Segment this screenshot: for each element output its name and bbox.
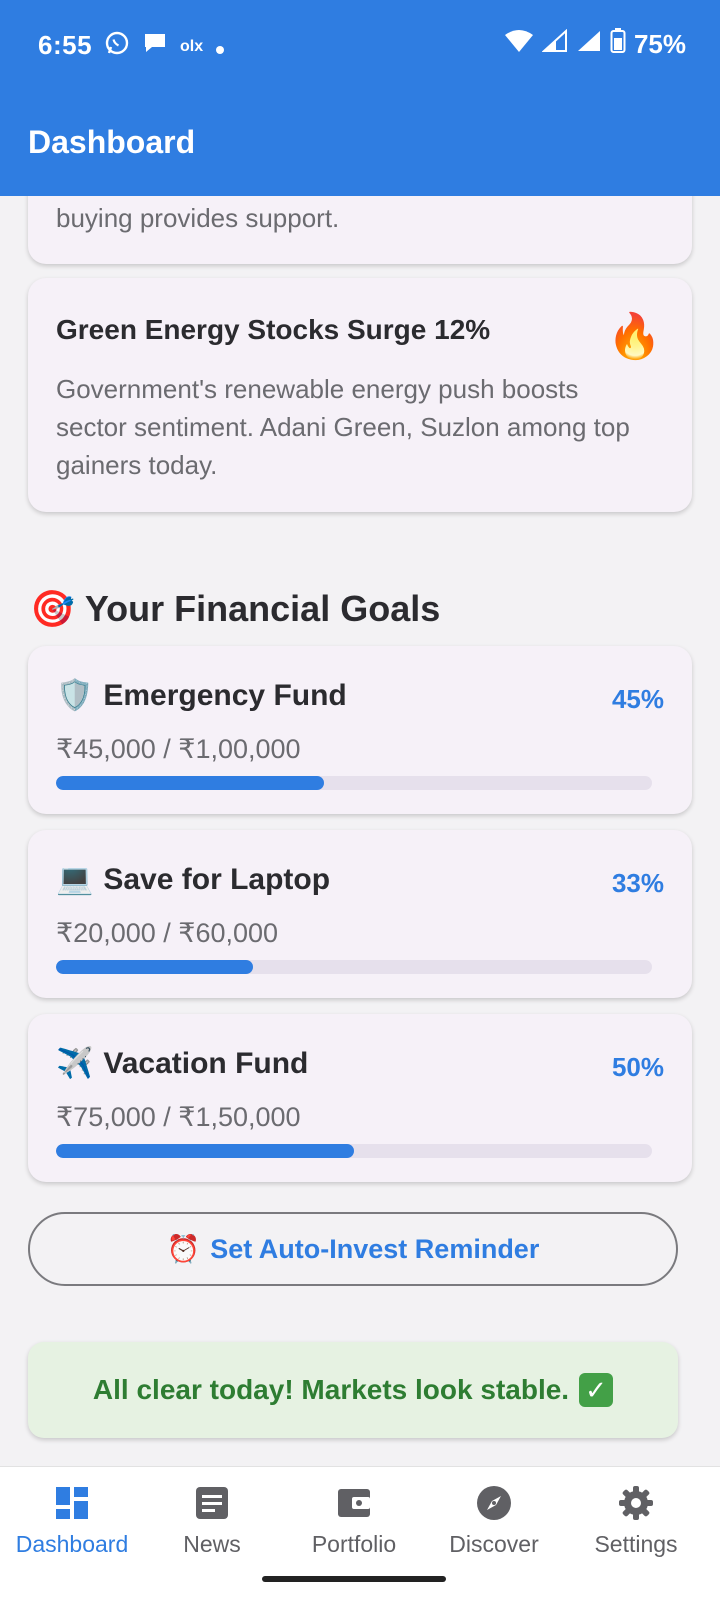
goal-name-label: Emergency Fund: [103, 678, 347, 712]
shield-icon: 🛡️: [56, 679, 94, 712]
goal-name: 💻 Save for Laptop: [56, 862, 330, 897]
status-right: 75%: [504, 28, 686, 61]
airplane-icon: ✈️: [56, 1047, 94, 1080]
olx-icon: olx: [180, 37, 204, 55]
goals-section-title: 🎯 Your Financial Goals: [30, 588, 440, 630]
market-status-alert: All clear today! Markets look stable. ✓: [28, 1342, 678, 1438]
battery-icon: [610, 28, 626, 61]
dot-icon: [215, 31, 225, 62]
goal-percent: 33%: [611, 868, 664, 898]
nav-item-news[interactable]: News: [140, 1485, 284, 1558]
fire-icon: 🔥: [607, 312, 662, 361]
status-bar: 6:55 olx 75%: [0, 22, 720, 66]
dashboard-icon: [56, 1487, 88, 1519]
goal-card-emergency-fund[interactable]: 🛡️ Emergency Fund 45% ₹45,000 / ₹1,00,00…: [28, 646, 692, 814]
goal-progress-fill: [56, 960, 253, 974]
goal-progress-track: [56, 960, 652, 974]
news-card-partial[interactable]: buying provides support.: [28, 196, 692, 264]
nav-label-dashboard: Dashboard: [15, 1531, 129, 1557]
notification-icons: olx: [104, 30, 225, 63]
page-title: Dashboard: [28, 124, 196, 160]
goal-percent: 50%: [611, 1052, 664, 1082]
goal-progress-fill: [56, 1144, 354, 1158]
signal-icon-2: [576, 29, 602, 60]
nav-label-discover: Discover: [449, 1531, 539, 1557]
goal-amount: ₹20,000 / ₹60,000: [56, 918, 279, 948]
goal-name: 🛡️ Emergency Fund: [56, 678, 347, 713]
nav-item-portfolio[interactable]: Portfolio: [282, 1485, 426, 1558]
news-card[interactable]: Green Energy Stocks Surge 12% 🔥 Governme…: [28, 278, 692, 512]
goal-progress-track: [56, 776, 652, 790]
status-time: 6:55: [38, 30, 93, 60]
news-icon: [196, 1487, 228, 1519]
wifi-icon: [504, 29, 534, 60]
goal-percent: 45%: [611, 684, 664, 714]
goal-progress-track: [56, 1144, 652, 1158]
goal-name-label: Vacation Fund: [103, 1046, 309, 1080]
news-body: Government's renewable energy push boost…: [56, 374, 630, 480]
battery-percent: 75%: [633, 29, 686, 59]
goal-amount: ₹75,000 / ₹1,50,000: [56, 1102, 301, 1132]
goal-card-vacation-fund[interactable]: ✈️ Vacation Fund 50% ₹75,000 / ₹1,50,000: [28, 1014, 692, 1182]
alert-text: All clear today! Markets look stable.: [92, 1374, 570, 1405]
wallet-icon: [338, 1489, 370, 1517]
news-card-partial-text: buying provides support.: [56, 203, 340, 233]
target-icon: 🎯: [30, 588, 75, 629]
chat-bubble-icon: [142, 31, 168, 62]
compass-icon: [477, 1486, 511, 1520]
goals-section-label: Your Financial Goals: [84, 588, 441, 629]
set-auto-invest-reminder-button[interactable]: ⏰ Set Auto-Invest Reminder: [28, 1212, 678, 1286]
signal-icon: [541, 28, 568, 60]
nav-label-settings: Settings: [594, 1531, 678, 1557]
reminder-button-label: Set Auto-Invest Reminder: [210, 1233, 540, 1264]
gear-icon: [619, 1486, 653, 1520]
nav-label-portfolio: Portfolio: [311, 1531, 397, 1557]
goal-name-label: Save for Laptop: [103, 862, 331, 896]
laptop-icon: 💻: [56, 863, 94, 896]
goal-card-save-for-laptop[interactable]: 💻 Save for Laptop 33% ₹20,000 / ₹60,000: [28, 830, 692, 998]
nav-item-discover[interactable]: Discover: [422, 1485, 566, 1558]
check-icon: ✓: [579, 1373, 614, 1407]
news-title: Green Energy Stocks Surge 12%: [56, 314, 491, 345]
goal-amount: ₹45,000 / ₹1,00,000: [56, 734, 301, 764]
nav-label-news: News: [183, 1531, 241, 1557]
alarm-clock-icon: ⏰: [166, 1234, 201, 1264]
whatsapp-icon: [104, 30, 130, 63]
nav-item-dashboard[interactable]: Dashboard: [0, 1485, 144, 1558]
goal-progress-fill: [56, 776, 325, 790]
top-app-bar: 6:55 olx 75% Dashboard: [0, 0, 720, 196]
dashboard-scroll-content[interactable]: buying provides support. Green Energy St…: [0, 196, 720, 1466]
nav-item-settings[interactable]: Settings: [564, 1485, 708, 1558]
home-indicator[interactable]: [262, 1576, 446, 1582]
goal-name: ✈️ Vacation Fund: [56, 1046, 308, 1081]
